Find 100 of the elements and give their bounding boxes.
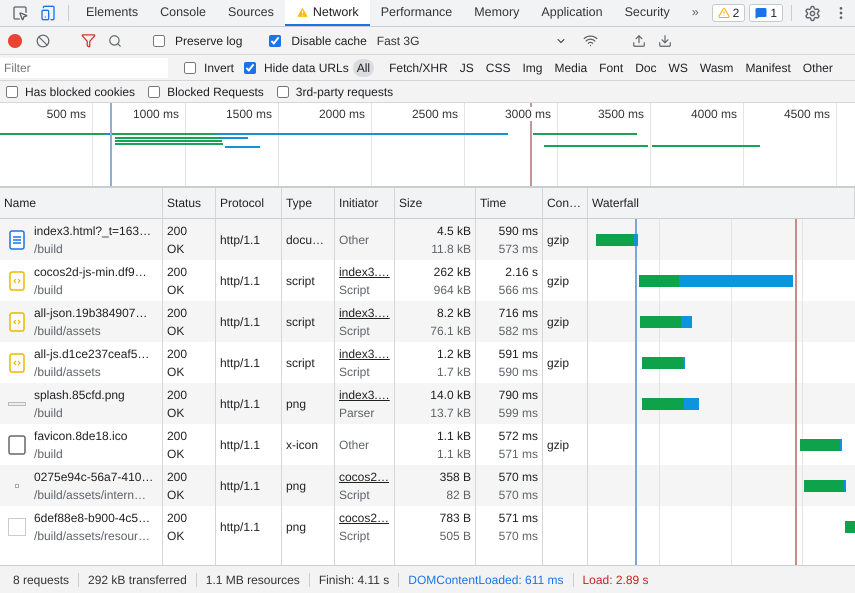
request-name[interactable]: all-js.d1ce237ceaf5…	[34, 344, 150, 362]
request-name[interactable]: index3.html?_t=163…	[34, 222, 152, 240]
initiator-link[interactable]: index3.…	[339, 262, 390, 280]
column-header[interactable]: Name	[4, 194, 36, 212]
type-filter-button[interactable]: WS	[664, 58, 692, 76]
initiator-link[interactable]: cocos2…	[339, 508, 390, 526]
resource-size: 505 B	[440, 528, 471, 544]
type-filter-button[interactable]: JS	[456, 58, 478, 76]
panel-tab[interactable]: Application	[530, 0, 614, 26]
checkbox-label: Invert	[204, 60, 234, 74]
latency-time: 599 ms	[498, 404, 538, 422]
time-tick-label: 4500 ms	[782, 107, 832, 121]
warnings-badge[interactable]: 2	[712, 4, 746, 22]
request-path: /build/assets	[34, 364, 102, 380]
time-tick-label: 1000 ms	[130, 107, 181, 121]
status-bar-text: DOMContentLoaded: 611 ms	[399, 572, 574, 586]
column-header[interactable]: Type	[286, 194, 312, 212]
resource-size: 1.7 kB	[436, 364, 471, 380]
transferred-size: 4.5 kB	[436, 222, 471, 240]
column-header[interactable]: Waterfall	[592, 194, 639, 212]
transferred-size: 1.2 kB	[436, 346, 471, 362]
type-filter-button[interactable]: Fetch/XHR	[385, 58, 452, 76]
time-tick-label: 500 ms	[44, 107, 88, 121]
transferred-size: 358 B	[440, 468, 471, 486]
status-text: OK	[167, 240, 184, 258]
warning-icon	[718, 7, 730, 19]
panel-tab[interactable]: Security	[614, 0, 681, 26]
panel-tab[interactable]: Elements	[75, 0, 150, 26]
filter-icon[interactable]	[79, 33, 98, 48]
filter-input[interactable]: Filter	[0, 58, 168, 78]
column-header[interactable]: Protocol	[220, 194, 264, 212]
status-bar-text: 1.1 MB resources	[196, 572, 310, 586]
invert-checkbox[interactable]	[184, 62, 196, 74]
type-filter-button[interactable]: Other	[798, 58, 837, 76]
panel-tab[interactable]: Memory	[463, 0, 530, 26]
protocol-text: http/1.1	[220, 436, 260, 454]
checkbox-label: Has blocked cookies	[25, 84, 136, 98]
total-time: 571 ms	[498, 510, 538, 526]
type-text: script	[286, 314, 315, 330]
initiator-link[interactable]: index3.…	[339, 386, 390, 404]
latency-time: 570 ms	[498, 528, 538, 544]
content-encoding: gzip	[547, 314, 570, 330]
disable-cache-checkbox[interactable]	[269, 34, 282, 46]
waterfall-bar	[596, 234, 638, 246]
panel-tab[interactable]: Performance	[370, 0, 464, 26]
filter-checkbox[interactable]	[276, 86, 289, 98]
request-name[interactable]: splash.85cfd.png	[34, 386, 125, 404]
image-thumbnail-icon	[8, 402, 26, 406]
status-text: OK	[167, 282, 184, 298]
message-icon	[755, 7, 768, 19]
latency-time: 571 ms	[498, 446, 538, 462]
initiator-type: Script	[339, 282, 370, 298]
panel-tab[interactable]: Console	[149, 0, 217, 26]
panel-tab[interactable]: Sources	[216, 0, 285, 26]
type-filter-button[interactable]: Doc	[631, 58, 661, 76]
protocol-text: http/1.1	[220, 272, 260, 290]
filter-checkbox[interactable]	[6, 86, 18, 98]
column-header[interactable]: Con…	[547, 194, 582, 212]
status-text: OK	[167, 404, 184, 422]
preserve-log-checkbox[interactable]	[153, 34, 165, 46]
type-filter-button[interactable]: Manifest	[741, 58, 795, 76]
time-tick-label: 3500 ms	[596, 107, 646, 121]
hide-data-urls-checkbox[interactable]	[244, 62, 256, 74]
column-header[interactable]: Time	[480, 194, 506, 212]
waterfall-bar	[845, 521, 855, 533]
type-text: docu…	[286, 232, 324, 248]
more-tabs-button[interactable]: »	[680, 0, 710, 26]
panel-tab[interactable]: Network	[284, 0, 370, 26]
initiator-link[interactable]: cocos2…	[339, 468, 390, 486]
total-time: 570 ms	[498, 468, 538, 486]
throttling-dropdown[interactable]: Fast 3G	[372, 34, 571, 48]
time-tick-label: 1500 ms	[224, 107, 274, 121]
status-bar-text: 292 kB transferred	[79, 572, 197, 586]
request-name[interactable]: 6def88e8-b900-4c5…	[34, 508, 150, 526]
transferred-size: 14.0 kB	[430, 386, 471, 404]
type-filter-button[interactable]: CSS	[482, 58, 514, 76]
status-code: 200	[167, 222, 188, 240]
request-name[interactable]: cocos2d-js-min.df9…	[34, 262, 147, 280]
status-bar-text: Finish: 4.11 s	[310, 572, 400, 586]
request-name[interactable]: 0275e94c-56a7-410…	[34, 468, 154, 486]
type-filter-button[interactable]: Wasm	[696, 58, 738, 76]
column-header[interactable]: Initiator	[339, 194, 378, 212]
type-filter-button[interactable]: Media	[550, 58, 592, 76]
initiator-link[interactable]: index3.…	[339, 304, 390, 322]
status-code: 200	[167, 510, 188, 526]
checkbox-label: Preserve log	[175, 34, 242, 48]
request-name[interactable]: favicon.8de18.ico	[34, 426, 128, 444]
column-header[interactable]: Status	[167, 194, 202, 212]
initiator-link[interactable]: index3.…	[339, 344, 390, 362]
type-filter-button[interactable]: Font	[595, 58, 628, 76]
record-button[interactable]	[8, 34, 22, 48]
request-name[interactable]: all-json.19b384907…	[34, 304, 148, 322]
resource-size: 76.1 kB	[430, 322, 471, 340]
image-thumbnail-icon	[8, 518, 26, 536]
type-filter-button[interactable]: All	[352, 58, 374, 76]
filter-checkbox[interactable]	[148, 86, 160, 98]
type-filter-button[interactable]: Img	[518, 58, 546, 76]
request-path: /build	[34, 240, 64, 258]
column-header[interactable]: Size	[399, 194, 422, 212]
messages-badge[interactable]: 1	[749, 4, 784, 22]
